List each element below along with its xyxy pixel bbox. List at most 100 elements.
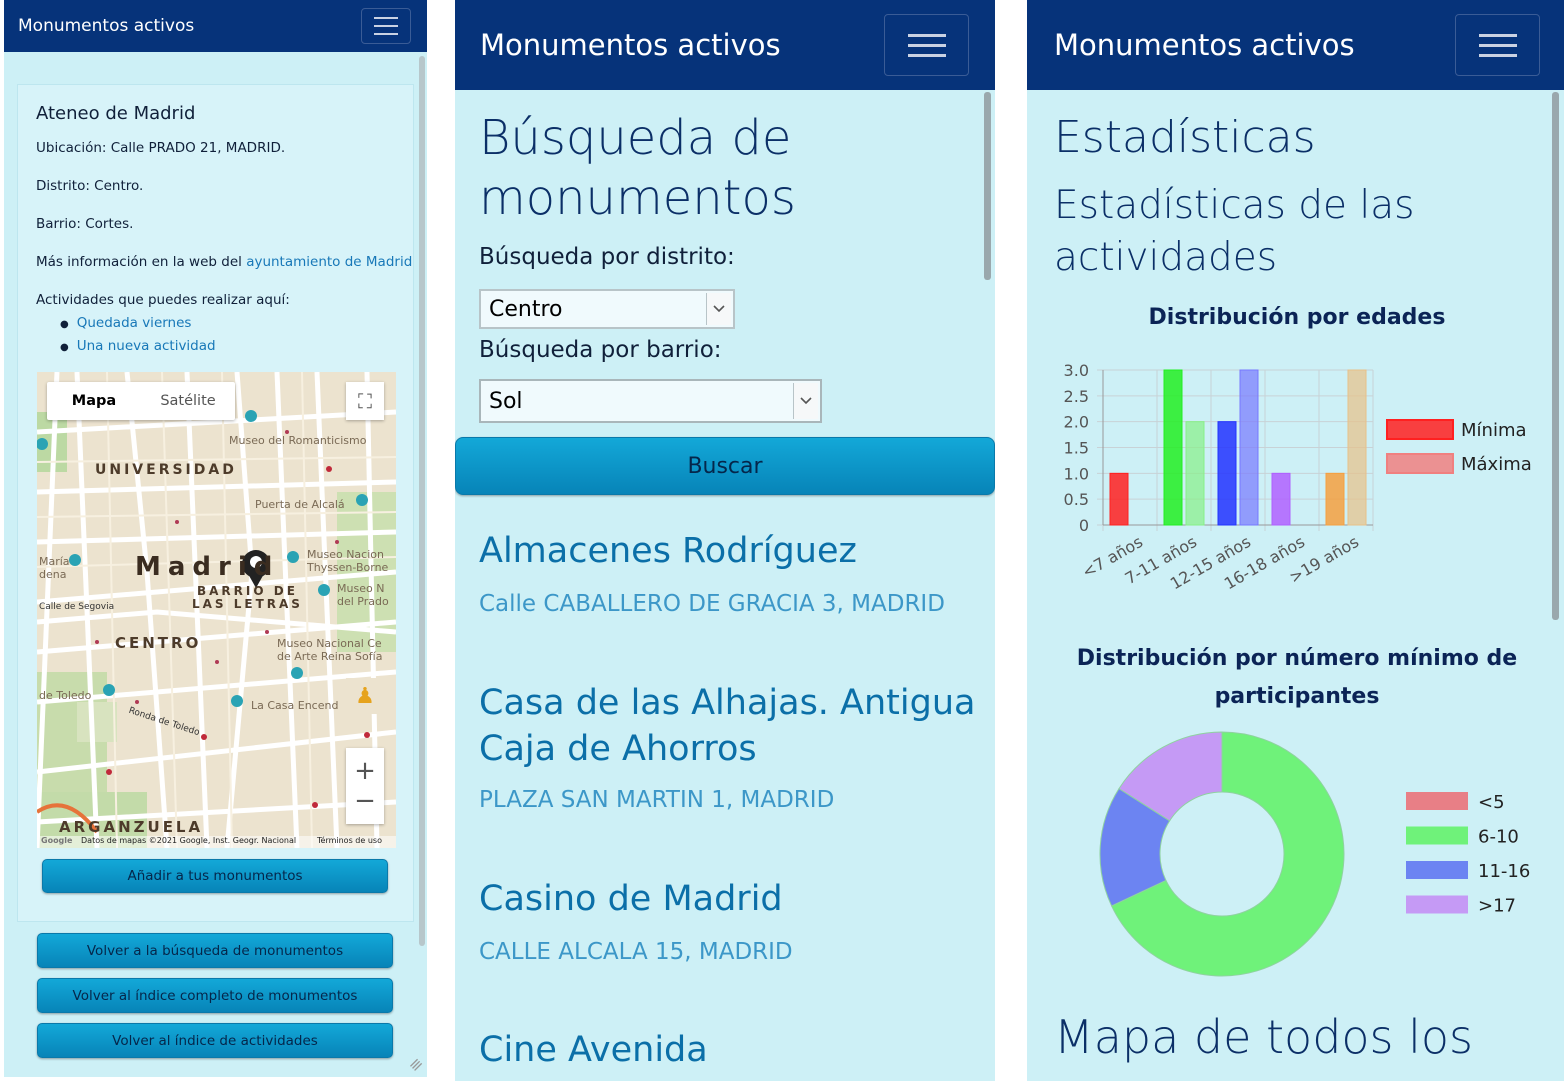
zoom-out-icon[interactable]: −: [354, 786, 376, 816]
map-section-heading: Mapa de todos los: [1054, 1010, 1474, 1064]
map-poi-thyssen[interactable]: Museo Nacion: [307, 548, 384, 561]
age-distribution-chart: 3.02.52.01.51.00.50 <7 años7-11 años12-1…: [1064, 361, 1532, 593]
brand-title[interactable]: Monumentos activos: [18, 16, 194, 36]
hamburger-line: [1478, 53, 1517, 57]
menu-toggle-button[interactable]: [1455, 14, 1540, 76]
legend-swatch: [1386, 419, 1454, 440]
hamburger-line: [907, 53, 946, 57]
bar-minima: [1271, 472, 1291, 526]
back-to-search-button[interactable]: Volver a la búsqueda de monumentos: [37, 933, 393, 968]
y-tick-label: 1.5: [1064, 439, 1089, 458]
map-credits: Datos de mapas ©2021 Google, Inst. Geogr…: [81, 836, 297, 845]
hamburger-line: [1478, 43, 1517, 47]
result-title-line: Casa de las Alhajas. Antigua: [479, 683, 976, 723]
participants-chart-title-line: participantes: [1214, 684, 1380, 709]
hamburger-line: [907, 43, 946, 47]
bar-minima: [1163, 369, 1183, 526]
activity-item: ● Una nueva actividad: [60, 338, 216, 354]
y-tick-label: 3.0: [1064, 361, 1089, 380]
hamburger-icon: [907, 33, 946, 37]
search-button[interactable]: Buscar: [455, 437, 995, 495]
monument-district: Distrito: Centro.: [36, 178, 144, 194]
map-label-arganzuela: ARGANZUELA: [59, 818, 204, 836]
search-panel: Monumentos activos Búsqueda de monumento…: [455, 0, 995, 1081]
pegman-icon[interactable]: ♟: [346, 678, 384, 714]
hamburger-line: [374, 33, 398, 35]
y-tick-label: 0.5: [1064, 490, 1089, 509]
fullscreen-icon[interactable]: ⛶: [346, 382, 384, 420]
scrollbar[interactable]: [419, 56, 425, 946]
barrio-select[interactable]: Sol: [479, 379, 822, 423]
chevron-down-icon: [706, 293, 731, 325]
map-type-tabs: Mapa Satélite: [47, 382, 235, 420]
map-tab-mapa[interactable]: Mapa: [47, 382, 141, 420]
zoom-in-icon[interactable]: +: [354, 756, 376, 786]
monument-name: Ateneo de Madrid: [36, 103, 196, 124]
bar-maxima: [1185, 421, 1205, 526]
page-title-line: monumentos: [479, 170, 796, 226]
map-poi-prado[interactable]: Museo N: [337, 582, 384, 595]
barrio-select-value: Sol: [489, 388, 523, 414]
page-title-line: Búsqueda de: [479, 110, 792, 166]
result-address: PLAZA SAN MARTIN 1, MADRID: [479, 787, 835, 813]
activities-heading: Actividades que puedes realizar aquí:: [36, 292, 290, 308]
map-terms-link[interactable]: Términos de uso: [317, 836, 382, 845]
y-tick-label: 2.5: [1064, 387, 1089, 406]
result-title-line: Caja de Ahorros: [479, 729, 757, 769]
legend-swatch: [1406, 861, 1468, 879]
barrio-label: Búsqueda por barrio:: [479, 337, 722, 363]
activity-item: ● Quedada viernes: [60, 315, 191, 331]
ayuntamiento-link[interactable]: ayuntamiento de Madrid: [246, 254, 412, 270]
menu-toggle-button[interactable]: [884, 14, 969, 76]
legend-label: Mínima: [1461, 420, 1527, 441]
map-label-dena: dena: [39, 568, 67, 581]
add-to-monuments-button[interactable]: Añadir a tus monumentos: [42, 859, 388, 893]
scrollbar[interactable]: [984, 92, 991, 280]
y-tick-label: 2.0: [1064, 413, 1089, 432]
page-title: Búsqueda de monumentos: [479, 108, 796, 228]
map-label-centro: CENTRO: [115, 634, 202, 652]
back-to-activities-button[interactable]: Volver al índice de actividades: [37, 1023, 393, 1058]
result-address: CALLE ALCALA 15, MADRID: [479, 939, 793, 965]
map-poi-reina[interactable]: Museo Nacional Ce: [277, 637, 382, 650]
map-label-letras: LAS LETRAS: [192, 597, 303, 611]
map-poi-romanticismo[interactable]: Museo del Romanticismo: [229, 434, 366, 447]
legend-swatch: [1406, 895, 1468, 914]
legend-label: 11-16: [1478, 861, 1530, 882]
brand-title[interactable]: Monumentos activos: [1054, 28, 1355, 62]
y-tick-label: 1.0: [1064, 464, 1089, 483]
district-select[interactable]: Centro: [479, 289, 735, 329]
map-poi-thyssen-2: Thyssen-Borne: [307, 561, 389, 574]
back-to-monument-index-button[interactable]: Volver al índice completo de monumentos: [37, 978, 393, 1013]
navbar: Monumentos activos: [1027, 0, 1564, 90]
menu-toggle-button[interactable]: [361, 8, 411, 44]
map-label-maria: María: [39, 555, 70, 568]
legend-swatch: [1406, 826, 1468, 845]
map-tab-satellite[interactable]: Satélite: [141, 382, 235, 420]
resize-handle-icon[interactable]: ≡: [404, 1053, 427, 1076]
result-title[interactable]: Casino de Madrid: [479, 876, 783, 922]
map-street-toledo: de Toledo: [39, 689, 92, 702]
district-label: Búsqueda por distrito:: [479, 244, 735, 270]
map-poi-alcala[interactable]: Puerta de Alcalá: [255, 498, 345, 511]
result-title[interactable]: Almacenes Rodríguez: [479, 528, 857, 574]
map-footer: Google Datos de mapas ©2021 Google, Inst…: [37, 836, 396, 848]
result-title[interactable]: Casa de las Alhajas. Antigua Caja de Aho…: [479, 680, 975, 772]
brand-title[interactable]: Monumentos activos: [480, 28, 781, 62]
google-logo: Google: [41, 836, 73, 845]
zoom-controls: + −: [346, 748, 384, 824]
navbar: Monumentos activos: [4, 0, 427, 52]
bullet-icon: ●: [60, 342, 69, 353]
bar-maxima: [1347, 369, 1367, 526]
map-poi-encendida[interactable]: La Casa Encend: [251, 699, 338, 712]
chevron-down-icon: [793, 383, 818, 419]
result-title[interactable]: Cine Avenida: [479, 1027, 708, 1073]
activity-link[interactable]: Una nueva actividad: [77, 338, 216, 354]
map-street-segovia: Calle de Segovia: [39, 602, 115, 612]
activity-link[interactable]: Quedada viernes: [77, 315, 192, 331]
legend-label: >17: [1478, 896, 1516, 917]
participants-donut-chart: <5 6-10 11-16 >17: [1099, 731, 1530, 977]
bar-minima: [1325, 472, 1345, 526]
more-info-prefix: Más información en la web del: [36, 254, 247, 270]
google-map[interactable]: Mapa Satélite ⛶ UNIVERSIDAD Madrid BARRI…: [37, 372, 396, 848]
